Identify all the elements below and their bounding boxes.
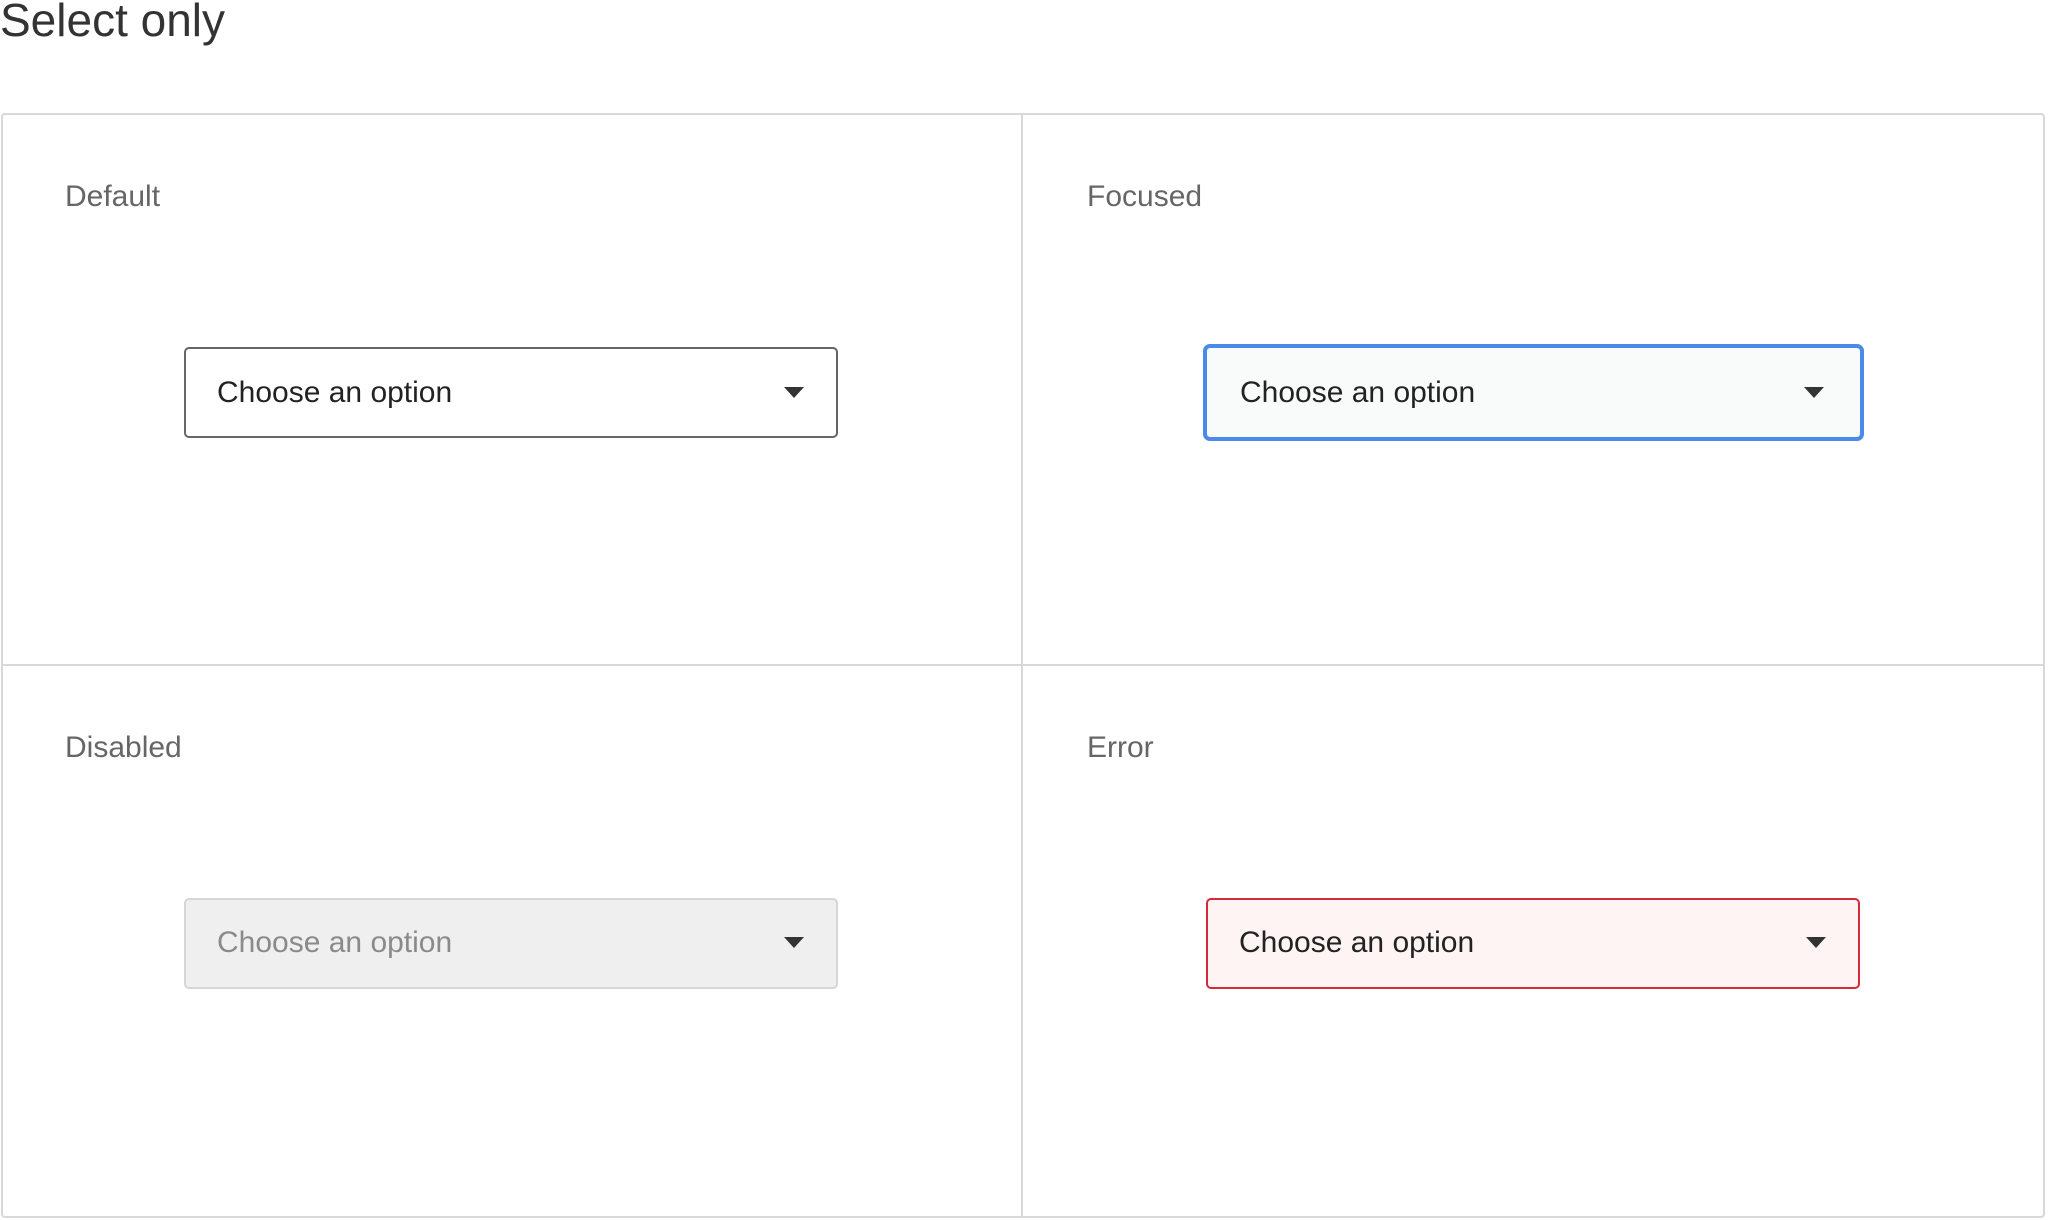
default-select[interactable]: Choose an option — [184, 347, 838, 438]
chevron-down-icon — [1806, 937, 1826, 948]
focused-select[interactable]: Choose an option — [1203, 344, 1864, 441]
default-select-value: Choose an option — [217, 375, 453, 409]
focused-state-cell: Focused Choose an option — [1023, 115, 2043, 666]
disabled-state-label: Disabled — [65, 730, 182, 764]
chevron-down-icon — [784, 937, 804, 948]
chevron-down-icon — [784, 386, 804, 398]
error-state-cell: Error Choose an option — [1023, 666, 2043, 1217]
error-select[interactable]: Choose an option — [1206, 897, 1860, 989]
default-state-label: Default — [65, 180, 161, 213]
error-select-value: Choose an option — [1239, 926, 1475, 959]
error-state-label: Error — [1087, 730, 1154, 764]
disabled-select-value: Choose an option — [217, 926, 453, 959]
chevron-down-icon — [1804, 386, 1824, 398]
select-states-grid: Default Choose an option Focused Choose … — [1, 113, 2045, 1218]
default-state-cell: Default Choose an option — [3, 115, 1023, 666]
focused-select-value: Choose an option — [1240, 375, 1476, 409]
focused-state-label: Focused — [1087, 180, 1203, 213]
disabled-state-cell: Disabled Choose an option — [3, 665, 1023, 1216]
page-title: Select only — [0, 0, 226, 46]
disabled-select: Choose an option — [184, 897, 838, 989]
